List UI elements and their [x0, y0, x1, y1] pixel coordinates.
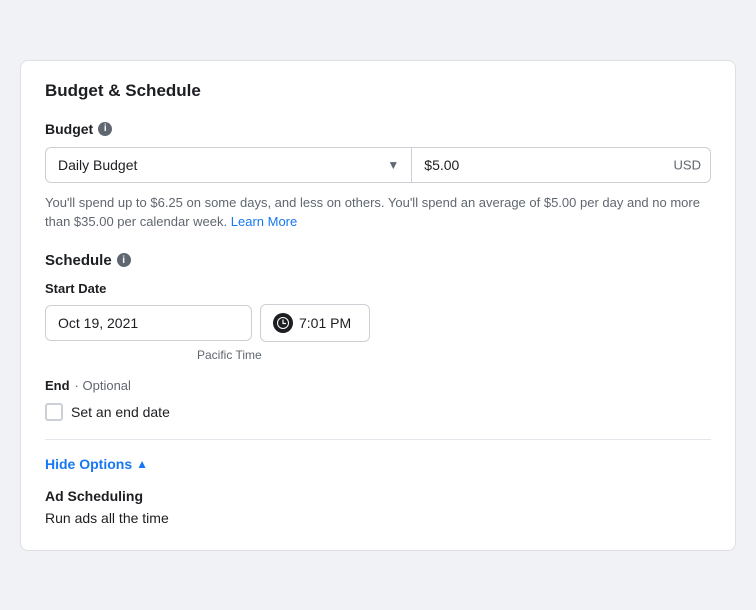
budget-section-label: Budget i: [45, 121, 711, 137]
schedule-title: Schedule i: [45, 252, 711, 269]
end-label-row: End · Optional: [45, 378, 711, 393]
date-time-row: 7:01 PM: [45, 304, 711, 342]
ad-scheduling-title: Ad Scheduling: [45, 488, 711, 504]
chevron-up-icon: ▲: [136, 457, 148, 471]
ad-scheduling-value: Run ads all the time: [45, 510, 711, 526]
card-title: Budget & Schedule: [45, 81, 711, 101]
time-input-wrapper[interactable]: 7:01 PM: [260, 304, 370, 342]
budget-amount-input[interactable]: [411, 147, 711, 183]
budget-row: Daily Budget Lifetime Budget ▼ USD: [45, 147, 711, 183]
end-date-checkbox[interactable]: [45, 403, 63, 421]
budget-description: You'll spend up to $6.25 on some days, a…: [45, 193, 711, 232]
start-date-input[interactable]: [45, 305, 252, 341]
schedule-section: Schedule i Start Date 7:01 PM Pacific Ti…: [45, 252, 711, 421]
budget-select-wrapper: Daily Budget Lifetime Budget ▼: [45, 147, 411, 183]
schedule-title-text: Schedule: [45, 252, 112, 269]
divider: [45, 439, 711, 440]
learn-more-link[interactable]: Learn More: [231, 214, 297, 229]
hide-options-row[interactable]: Hide Options ▲: [45, 456, 711, 472]
start-date-label: Start Date: [45, 281, 711, 296]
budget-description-text: You'll spend up to $6.25 on some days, a…: [45, 195, 700, 230]
budget-amount-wrapper: USD: [411, 147, 711, 183]
pacific-time-label: Pacific Time: [197, 348, 711, 362]
budget-info-icon[interactable]: i: [98, 122, 112, 136]
schedule-info-icon[interactable]: i: [117, 253, 131, 267]
budget-type-select[interactable]: Daily Budget Lifetime Budget: [45, 147, 411, 183]
budget-schedule-card: Budget & Schedule Budget i Daily Budget …: [20, 60, 736, 551]
clock-icon: [273, 313, 293, 333]
end-date-checkbox-row: Set an end date: [45, 403, 711, 421]
end-label: End: [45, 378, 70, 393]
time-value: 7:01 PM: [299, 315, 351, 331]
end-optional-label: · Optional: [75, 378, 131, 393]
end-date-checkbox-label[interactable]: Set an end date: [71, 404, 170, 420]
hide-options-text: Hide Options: [45, 456, 132, 472]
budget-label: Budget: [45, 121, 93, 137]
